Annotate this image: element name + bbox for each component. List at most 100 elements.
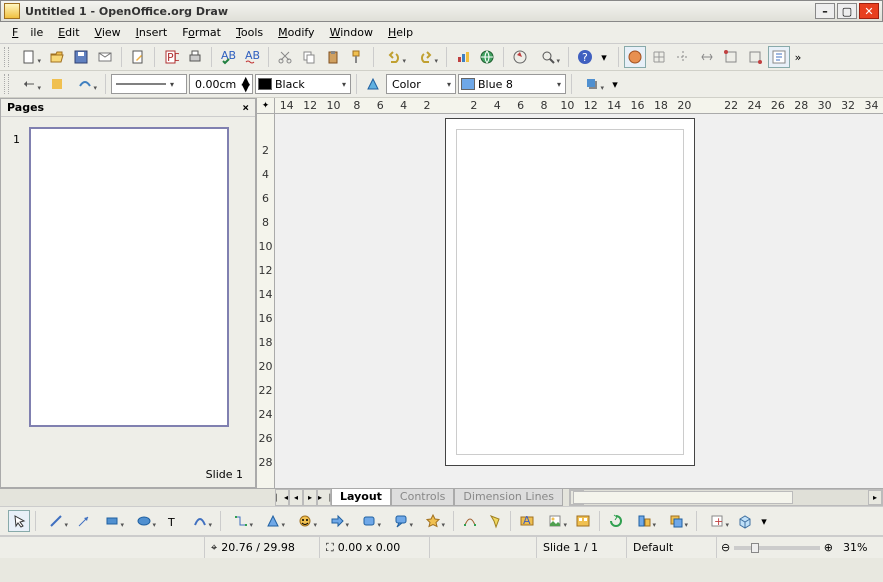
navigator-button[interactable] [509, 46, 531, 68]
tab-layout[interactable]: Layout [331, 489, 391, 506]
scroll-thumb[interactable] [573, 491, 793, 504]
shadow-button[interactable]: ▾ [577, 73, 607, 95]
arrow-line-tool[interactable] [73, 510, 95, 532]
line-endings-button[interactable]: ▾ [70, 73, 100, 95]
arrow-style-button[interactable]: ▾ [14, 73, 44, 95]
allow-quick-edit-button[interactable] [768, 46, 790, 68]
save-button[interactable] [70, 46, 92, 68]
hyperlink-button[interactable] [476, 46, 498, 68]
guides-button[interactable] [672, 46, 694, 68]
flowchart-tool[interactable]: ▾ [354, 510, 384, 532]
minimize-button[interactable]: – [815, 3, 835, 19]
line-properties-button[interactable] [46, 73, 68, 95]
area-style-select[interactable]: Color ▾ [386, 74, 456, 94]
stars-tool[interactable]: ▾ [418, 510, 448, 532]
pages-panel-close[interactable]: × [242, 101, 249, 114]
ellipse-tool[interactable]: ▾ [129, 510, 159, 532]
select-tool[interactable] [8, 510, 30, 532]
tab-nav-last[interactable]: ▸⎹ [317, 489, 331, 506]
menu-file[interactable]: File [6, 24, 49, 41]
menu-view[interactable]: View [89, 24, 127, 41]
alignment-tool[interactable]: ▾ [629, 510, 659, 532]
area-color-select[interactable]: Blue 8 ▾ [458, 74, 566, 94]
export-pdf-button[interactable]: PDF [160, 46, 182, 68]
rectangle-tool[interactable]: ▾ [97, 510, 127, 532]
tab-controls[interactable]: Controls [391, 489, 455, 506]
menu-insert[interactable]: Insert [130, 24, 174, 41]
drawing-page[interactable] [445, 118, 695, 466]
line-tool[interactable]: ▾ [41, 510, 71, 532]
toolbar-overflow[interactable]: ▾ [598, 46, 610, 68]
menu-window[interactable]: Window [324, 24, 379, 41]
line-color-select[interactable]: Black ▾ [255, 74, 351, 94]
toolbar-handle-2[interactable] [4, 74, 9, 94]
status-slide[interactable]: Slide 1 / 1 [537, 537, 627, 558]
zoom-knob[interactable] [751, 543, 759, 553]
snap-lines-button[interactable] [696, 46, 718, 68]
paste-button[interactable] [322, 46, 344, 68]
vertical-ruler[interactable]: 246810121416182022242628 [257, 114, 275, 488]
tab-dimension-lines[interactable]: Dimension Lines [454, 489, 563, 506]
symbol-shapes-tool[interactable]: ▾ [290, 510, 320, 532]
snap-page-button[interactable] [720, 46, 742, 68]
from-file-tool[interactable]: ▾ [540, 510, 570, 532]
zoom-in-button[interactable]: ⊕ [824, 541, 833, 554]
status-layout[interactable]: Default [627, 537, 717, 558]
spellcheck-button[interactable]: ABC [217, 46, 239, 68]
area-properties-button[interactable] [362, 73, 384, 95]
redo-button[interactable]: ▾ [411, 46, 441, 68]
connector-tool[interactable]: ▾ [226, 510, 256, 532]
menu-format[interactable]: Format [176, 24, 227, 41]
zoom-slider[interactable]: ⊖ ⊕ [717, 537, 837, 558]
print-button[interactable] [184, 46, 206, 68]
toolbar-handle[interactable] [4, 47, 9, 67]
menu-modify[interactable]: Modify [272, 24, 320, 41]
basic-shapes-tool[interactable]: ▾ [258, 510, 288, 532]
horizontal-scrollbar[interactable]: ◂ ▸ [569, 489, 883, 506]
status-zoom[interactable]: 31% [837, 537, 883, 558]
block-arrows-tool[interactable]: ▾ [322, 510, 352, 532]
tab-nav-first[interactable]: ⎸◂ [275, 489, 289, 506]
toolbar2-overflow[interactable]: ▾ [609, 73, 621, 95]
undo-button[interactable]: ▾ [379, 46, 409, 68]
extrusion-tool[interactable] [734, 510, 756, 532]
curve-tool[interactable]: ▾ [185, 510, 215, 532]
chart-button[interactable] [452, 46, 474, 68]
drawbar-overflow[interactable]: ▾ [758, 510, 770, 532]
display-grid-button[interactable] [648, 46, 670, 68]
fontwork-tool[interactable]: A [516, 510, 538, 532]
spin-down-icon[interactable]: ▼ [242, 84, 250, 91]
menu-edit[interactable]: Edit [52, 24, 85, 41]
edit-points-tool[interactable] [459, 510, 481, 532]
cut-button[interactable] [274, 46, 296, 68]
canvas-viewport[interactable] [275, 114, 883, 488]
line-style-select[interactable]: ▾ [111, 74, 187, 94]
new-button[interactable]: ▾ [14, 46, 44, 68]
close-button[interactable]: ✕ [859, 3, 879, 19]
menu-tools[interactable]: Tools [230, 24, 269, 41]
snap-to-grid-button[interactable] [624, 46, 646, 68]
scroll-right-button[interactable]: ▸ [868, 490, 882, 505]
auto-spellcheck-button[interactable]: ABC [241, 46, 263, 68]
tab-nav-next[interactable]: ▸ [303, 489, 317, 506]
text-tool[interactable]: T [161, 510, 183, 532]
callouts-tool[interactable]: ▾ [386, 510, 416, 532]
edit-file-button[interactable] [127, 46, 149, 68]
arrange-tool[interactable]: ▾ [661, 510, 691, 532]
option-toolbar-overflow[interactable]: » [792, 46, 804, 68]
zoom-button[interactable]: ▾ [533, 46, 563, 68]
maximize-button[interactable]: ▢ [837, 3, 857, 19]
horizontal-ruler[interactable]: 1412108642246810121416182022242628303234 [275, 98, 883, 114]
insert-tool[interactable]: +▾ [702, 510, 732, 532]
menu-help[interactable]: Help [382, 24, 419, 41]
copy-button[interactable] [298, 46, 320, 68]
snap-object-button[interactable] [744, 46, 766, 68]
help-button[interactable]: ? [574, 46, 596, 68]
tab-nav-prev[interactable]: ◂ [289, 489, 303, 506]
glue-points-tool[interactable] [483, 510, 505, 532]
zoom-track[interactable] [734, 546, 820, 550]
zoom-out-button[interactable]: ⊖ [721, 541, 730, 554]
open-button[interactable] [46, 46, 68, 68]
rotate-tool[interactable] [605, 510, 627, 532]
line-width-input[interactable]: 0.00cm ▲ ▼ [189, 74, 253, 94]
